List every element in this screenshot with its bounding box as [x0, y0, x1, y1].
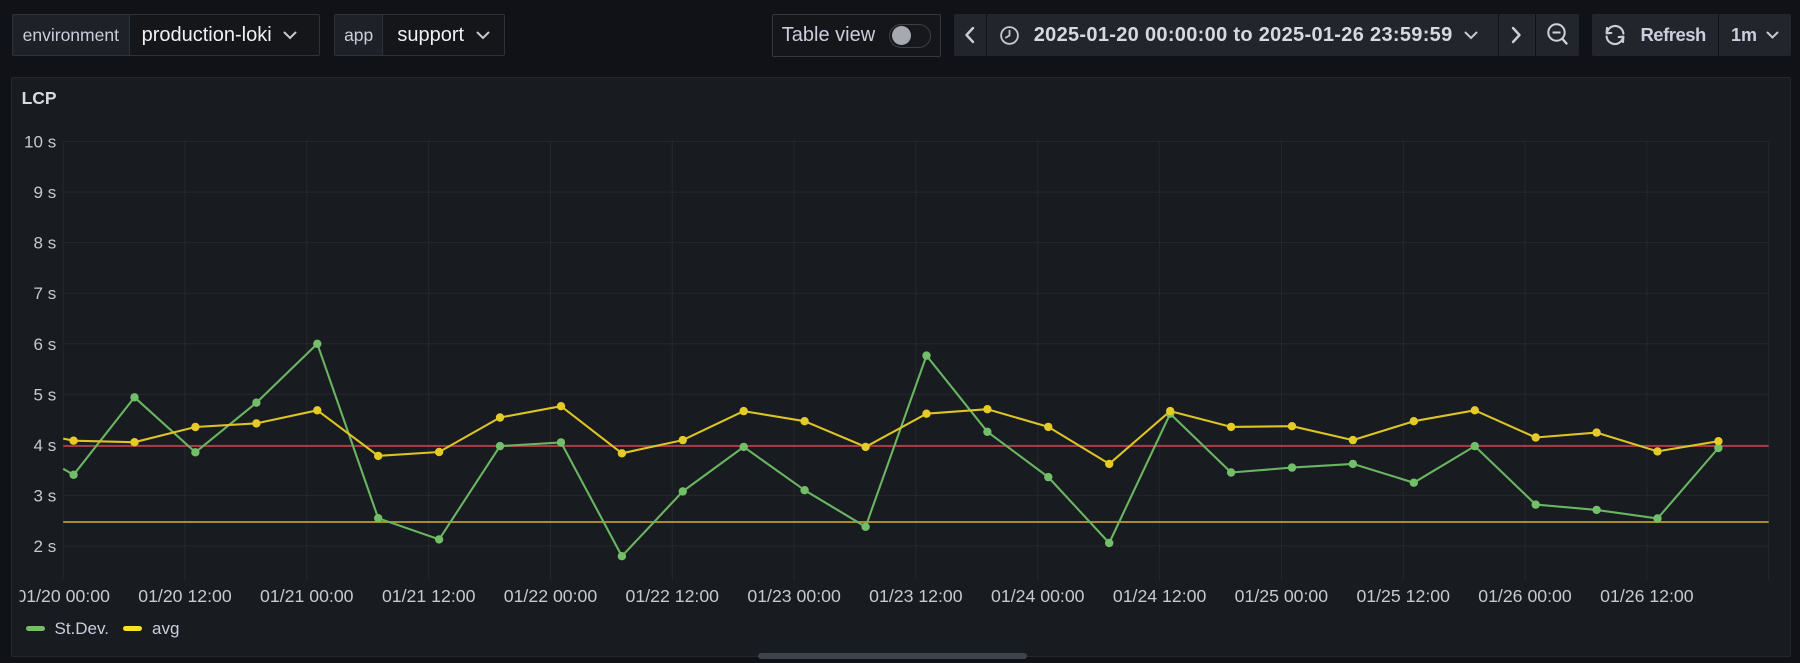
- svg-text:01/21 12:00: 01/21 12:00: [382, 586, 476, 606]
- svg-text:01/20 12:00: 01/20 12:00: [138, 586, 232, 606]
- svg-text:01/24 00:00: 01/24 00:00: [991, 586, 1085, 606]
- svg-text:9 s: 9 s: [33, 183, 56, 202]
- svg-text:01/24 12:00: 01/24 12:00: [1113, 586, 1207, 606]
- svg-text:01/26 00:00: 01/26 00:00: [1478, 586, 1572, 606]
- svg-text:01/20 00:00: 01/20 00:00: [16, 586, 110, 606]
- svg-text:01/22 00:00: 01/22 00:00: [504, 586, 598, 606]
- svg-text:3 s: 3 s: [33, 486, 56, 505]
- svg-text:01/23 12:00: 01/23 12:00: [869, 586, 963, 606]
- svg-text:2 s: 2 s: [33, 537, 56, 556]
- svg-text:01/25 12:00: 01/25 12:00: [1356, 586, 1450, 606]
- svg-text:4 s: 4 s: [33, 436, 56, 455]
- svg-text:6 s: 6 s: [33, 335, 56, 354]
- svg-text:5 s: 5 s: [33, 385, 56, 404]
- svg-text:10 s: 10 s: [24, 133, 56, 152]
- svg-text:01/21 00:00: 01/21 00:00: [260, 586, 354, 606]
- svg-text:01/25 00:00: 01/25 00:00: [1234, 586, 1328, 606]
- svg-text:01/26 12:00: 01/26 12:00: [1600, 586, 1694, 606]
- svg-text:8 s: 8 s: [33, 234, 56, 253]
- svg-text:01/23 00:00: 01/23 00:00: [747, 586, 841, 606]
- svg-text:7 s: 7 s: [33, 284, 56, 303]
- svg-text:01/22 12:00: 01/22 12:00: [625, 586, 719, 606]
